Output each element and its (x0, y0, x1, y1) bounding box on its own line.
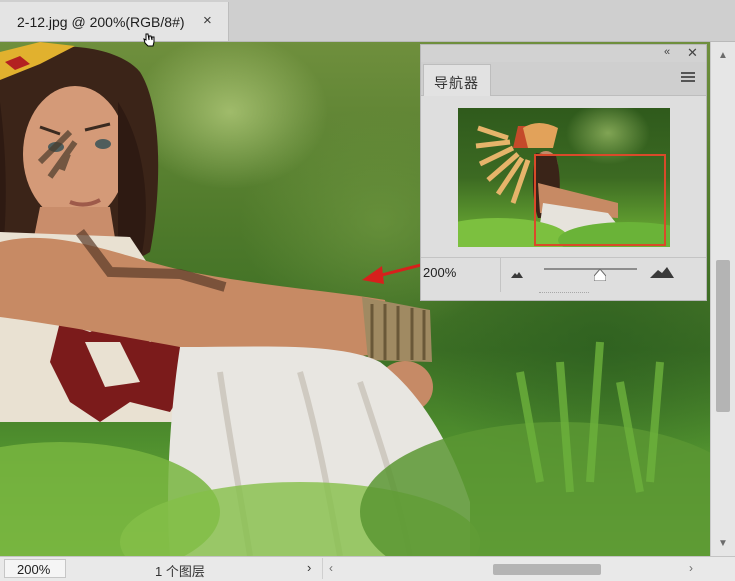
zoom-slider-handle[interactable] (593, 269, 606, 281)
scroll-up-arrow[interactable]: ▲ (718, 50, 728, 61)
zoom-value: 200% (17, 562, 51, 577)
navigator-zoom-value[interactable]: 200% (423, 265, 456, 280)
scroll-down-arrow[interactable]: ▼ (718, 538, 728, 549)
tab-navigator-label: 导航器 (434, 75, 479, 91)
tab-navigator[interactable]: 导航器 (423, 64, 491, 96)
horizontal-scrollbar-thumb[interactable] (493, 564, 601, 575)
double-chevron-left-icon[interactable]: « (664, 46, 670, 58)
zoom-field[interactable]: 200% (4, 559, 66, 578)
scroll-right-arrow[interactable]: › (689, 561, 693, 575)
hamburger-menu-icon[interactable] (681, 70, 695, 84)
zoom-slider-track[interactable] (544, 268, 637, 270)
panel-resize-grip[interactable] (539, 292, 589, 296)
large-mountain-icon[interactable] (650, 267, 674, 278)
document-tab-title: 2-12.jpg @ 200%(RGB/8#) (17, 14, 185, 30)
horizontal-scrollbar[interactable]: ‹ › (322, 558, 711, 579)
navigator-panel: « ✕ 导航器 200% (420, 44, 707, 301)
status-bar: 200% 1 个图层 › ‹ › (0, 556, 735, 581)
divider (500, 258, 501, 292)
small-mountain-icon[interactable] (511, 271, 523, 278)
document-info: 1 个图层 (155, 564, 205, 579)
navigator-tab-row: 导航器 (421, 62, 706, 96)
navigator-view-box[interactable] (534, 154, 666, 246)
navigator-panel-titlebar[interactable]: « ✕ (421, 45, 706, 62)
hand-cursor-icon (143, 33, 155, 47)
status-menu-arrow[interactable]: › (307, 560, 311, 575)
vertical-scrollbar-thumb[interactable] (716, 260, 730, 412)
document-tab[interactable]: 2-12.jpg @ 200%(RGB/8#) × (0, 2, 229, 41)
navigator-thumbnail[interactable] (458, 108, 670, 247)
navigator-zoom-controls: 200% (421, 257, 706, 292)
close-icon[interactable]: × (203, 12, 212, 29)
vertical-scrollbar[interactable]: ▲ ▼ (710, 42, 735, 556)
close-icon[interactable]: ✕ (687, 45, 698, 61)
scroll-left-arrow[interactable]: ‹ (329, 561, 333, 575)
document-tab-bar: 2-12.jpg @ 200%(RGB/8#) × (0, 0, 735, 42)
